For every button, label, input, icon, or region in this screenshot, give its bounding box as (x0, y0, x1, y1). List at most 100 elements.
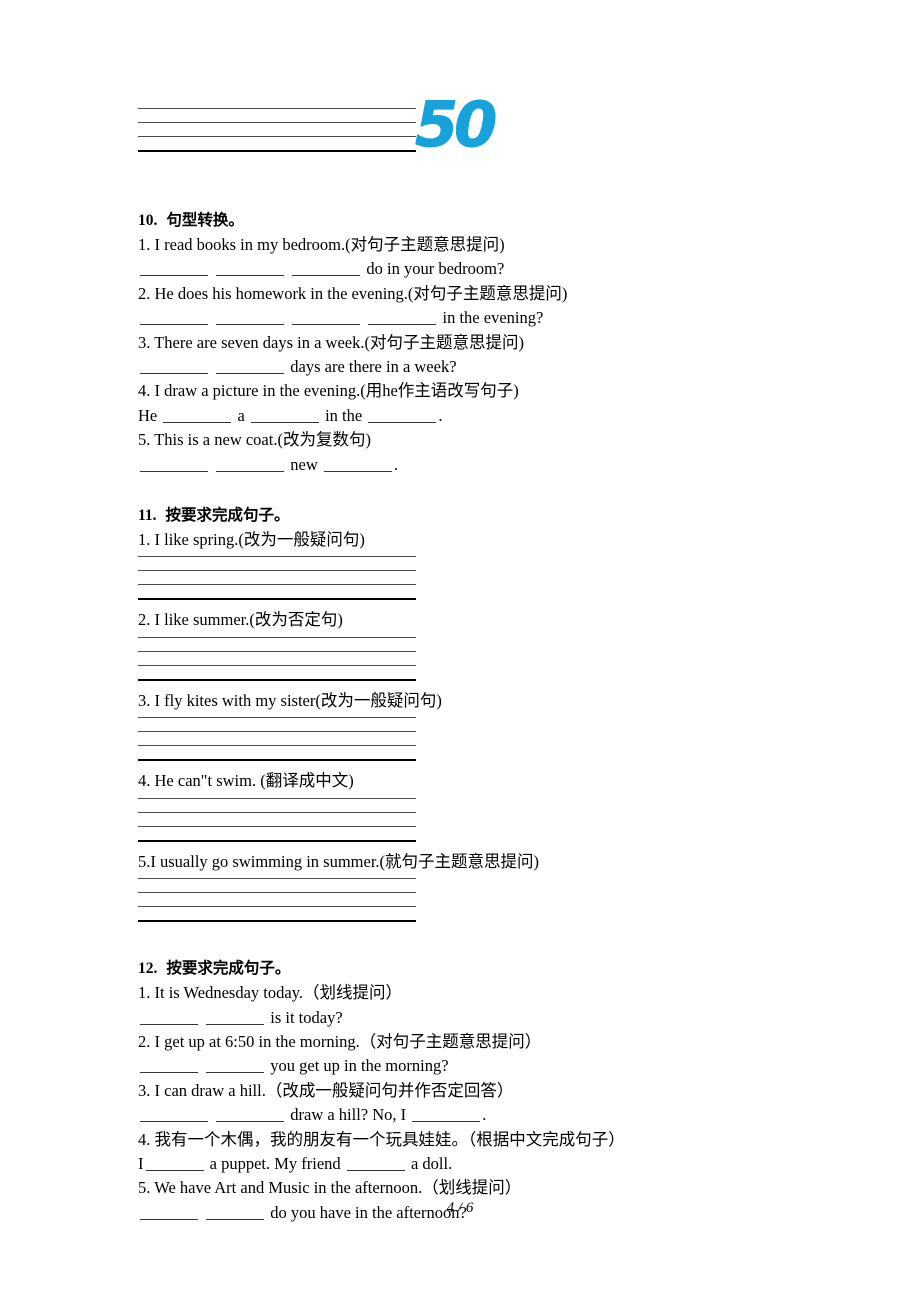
answer-rule (138, 598, 416, 601)
answer-rule (138, 570, 416, 572)
blank-field[interactable] (140, 260, 208, 277)
answer-rule (138, 650, 416, 652)
answer-lines (138, 797, 416, 842)
section-10-number: 10. (138, 212, 158, 229)
section-12-title: 按要求完成句子。 (166, 959, 291, 978)
blank-field[interactable] (368, 406, 437, 423)
section-10-heading: 10. 句型转换。 (138, 208, 788, 230)
answer-rule (138, 759, 416, 762)
answer-10-4-t1: a (237, 405, 245, 425)
blank-field[interactable] (140, 455, 208, 472)
question-10-2: 2. He does his homework in the evening.(… (138, 283, 568, 303)
blank-field[interactable] (206, 1008, 265, 1025)
question-10-1: 1. I read books in my bedroom.(对句子主题意思提问… (138, 235, 505, 254)
section-11: 11. 按要求完成句子。 1. I like spring.(改为一般疑问句) 2… (138, 503, 788, 923)
blank-field[interactable] (368, 309, 437, 326)
answer-12-4-t0: I (138, 1153, 144, 1173)
answer-lines (138, 878, 416, 923)
answer-block-11-1 (138, 556, 788, 601)
question-12-5: 5. We have Art and Music in the afternoo… (138, 1178, 522, 1198)
section-12-heading: 12. 按要求完成句子。 (138, 956, 788, 978)
answer-block-11-2 (138, 636, 788, 681)
blank-field[interactable] (216, 309, 285, 326)
blank-field[interactable] (250, 406, 319, 423)
question-12-1: 1. It is Wednesday today.（划线提问） (138, 983, 403, 1003)
blank-field[interactable] (292, 309, 361, 326)
answer-10-2-suffix: in the evening? (442, 308, 544, 328)
answer-12-3: draw a hill? No, I . (138, 1103, 788, 1127)
blank-field[interactable] (140, 1105, 208, 1123)
answer-10-2: in the evening? (138, 306, 788, 330)
answer-10-4-t0: He (138, 405, 158, 425)
answer-rule (138, 556, 416, 558)
blank-field[interactable] (145, 1154, 204, 1171)
answer-rule (138, 150, 416, 152)
blank-field[interactable] (292, 260, 361, 277)
question-11-2: 2. I like summer.(改为否定句) (138, 610, 343, 630)
blank-field[interactable] (163, 406, 232, 423)
blank-field[interactable] (216, 455, 285, 472)
blank-field[interactable] (412, 1105, 481, 1123)
answer-lines (138, 556, 416, 601)
blank-field[interactable] (216, 1105, 285, 1123)
question-12-3: 3. I can draw a hill.（改成一般疑问句并作否定回答） (138, 1080, 514, 1100)
answer-10-5-t1: . (393, 454, 398, 474)
answer-rule (138, 122, 416, 123)
logo-50: 50 (414, 88, 497, 161)
answer-rule (138, 920, 416, 923)
answer-12-4: I a puppet. My friend a doll. (138, 1152, 788, 1176)
blank-field[interactable] (140, 309, 208, 326)
blank-field[interactable] (323, 455, 392, 472)
blank-field[interactable] (346, 1154, 405, 1171)
answer-rule (138, 636, 416, 638)
answer-12-1: is it today? (138, 1006, 788, 1030)
blank-field[interactable] (206, 1057, 265, 1074)
question-12-4: 4. 我有一个木偶，我的朋友有一个玩具娃娃。（根据中文完成句子） (138, 1129, 625, 1149)
answer-rule (138, 717, 416, 719)
answer-rule (138, 811, 416, 813)
answer-10-1: do in your bedroom? (138, 257, 788, 281)
answer-12-1-suffix: is it today? (270, 1007, 343, 1027)
answer-rule (138, 584, 416, 586)
answer-12-3-t1: . (482, 1105, 487, 1125)
answer-rule (138, 731, 416, 733)
blank-field[interactable] (216, 357, 285, 375)
blank-field[interactable] (140, 1057, 198, 1074)
question-11-3: 3. I fly kites with my sister(改为一般疑问句) (138, 690, 442, 710)
answer-rule (138, 839, 416, 842)
section-12: 12. 按要求完成句子。 1. It is Wednesday today.（划线… (138, 956, 788, 1225)
answer-12-4-t2: a doll. (410, 1153, 453, 1173)
question-11-5: 5.I usually go swimming in summer.(就句子主题… (138, 851, 540, 871)
blank-field[interactable] (140, 357, 208, 375)
answer-12-2-suffix: you get up in the morning? (270, 1056, 449, 1076)
answer-rule (138, 745, 416, 747)
answer-rule (138, 678, 416, 681)
answer-12-4-t1: a puppet. My friend (209, 1153, 341, 1173)
section-11-heading: 11. 按要求完成句子。 (138, 503, 788, 525)
question-10-3: 3. There are seven days in a week.(对句子主题… (138, 332, 524, 352)
blank-field[interactable] (140, 1008, 198, 1025)
answer-lines (138, 108, 416, 152)
answer-lines (138, 636, 416, 681)
answer-10-5-t0: new (290, 454, 318, 474)
blank-field[interactable] (216, 260, 285, 277)
question-10-5: 5. This is a new coat.(改为复数句) (138, 430, 371, 450)
answer-lines (138, 717, 416, 762)
question-11-1: 1. I like spring.(改为一般疑问句) (138, 530, 365, 550)
question-10-4: 4. I draw a picture in the evening.(用he作… (138, 381, 519, 401)
answer-block-11-5 (138, 878, 788, 923)
answer-block-11-3 (138, 717, 788, 762)
answer-rule (138, 825, 416, 827)
section-10-title: 句型转换。 (166, 211, 244, 229)
answer-rule (138, 906, 416, 908)
answer-rule (138, 108, 416, 109)
answer-rule (138, 136, 416, 137)
answer-rule (138, 892, 416, 894)
page-content: 50 10. 句型转换。 1. I read books in my bedroo… (138, 93, 788, 1225)
answer-10-3: days are there in a week? (138, 355, 788, 379)
answer-12-2: you get up in the morning? (138, 1054, 788, 1078)
page-number: 4 / 6 (446, 1200, 474, 1216)
answer-10-3-suffix: days are there in a week? (290, 357, 457, 377)
question-11-4: 4. He can"t swim. (翻译成中文) (138, 771, 354, 791)
section-11-number: 11. (138, 507, 157, 525)
